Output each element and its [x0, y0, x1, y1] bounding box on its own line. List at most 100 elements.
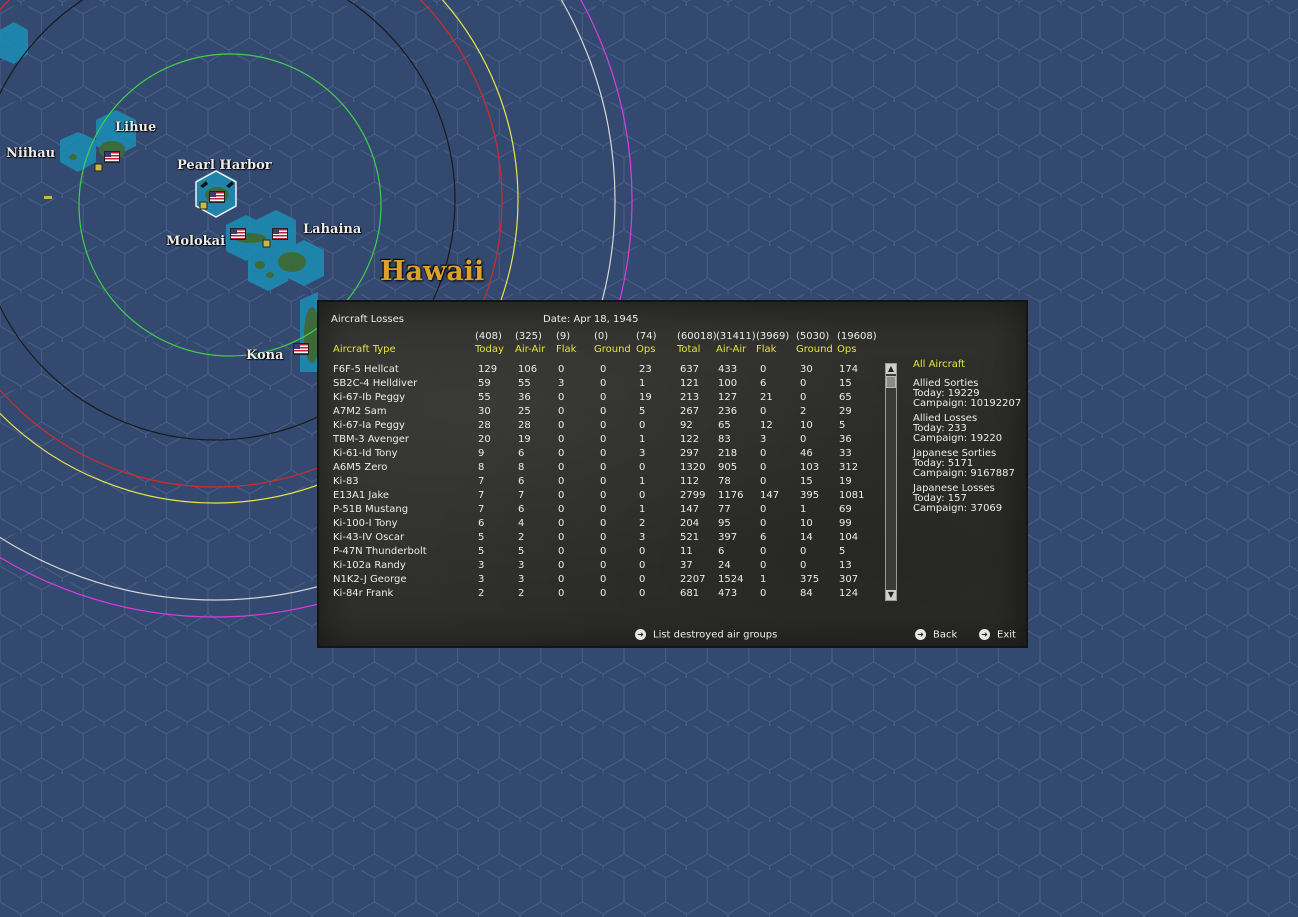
column-header[interactable]: Total [677, 344, 700, 356]
table-row[interactable]: A7M2 Sam 30 25 0 0 5 267 236 0 2 29 [319, 405, 879, 419]
column-header[interactable]: Flak [556, 344, 576, 356]
loss-value: 65 [839, 392, 852, 403]
us-flag-icon[interactable] [104, 151, 120, 163]
loss-value: 0 [600, 448, 607, 459]
loss-value: 2 [639, 518, 646, 529]
loss-value: 112 [680, 476, 700, 487]
loss-value: 13 [839, 560, 852, 571]
loss-value: 99 [839, 518, 852, 529]
loss-value: 0 [600, 364, 607, 375]
loss-value: 6 [518, 476, 525, 487]
scroll-up-arrow-icon[interactable]: ▲ [886, 364, 896, 374]
loss-value: 5 [478, 546, 485, 557]
column-header[interactable]: Ops [837, 344, 856, 356]
loss-value: 6 [760, 532, 767, 543]
loss-value: 37 [680, 560, 693, 571]
aircraft-type-header[interactable]: Aircraft Type [333, 344, 396, 356]
column-header[interactable]: Flak [756, 344, 776, 356]
column-header[interactable]: Ops [636, 344, 655, 356]
column-total: (19608) [837, 331, 877, 342]
loss-value: 28 [478, 420, 491, 431]
loss-value: 174 [839, 364, 859, 375]
scroll-down-arrow-icon[interactable]: ▼ [886, 590, 896, 600]
loss-value: 19 [518, 434, 531, 445]
table-row[interactable]: Ki-67-Ib Peggy 55 36 0 0 19 213 127 21 0 65 [319, 391, 879, 405]
table-row[interactable]: Ki-61-Id Tony 9 6 0 0 3 297 218 0 46 33 [319, 447, 879, 461]
aircraft-name: A7M2 Sam [333, 406, 387, 417]
loss-value: 236 [718, 406, 738, 417]
loss-value: 3 [639, 448, 646, 459]
table-row[interactable]: A6M5 Zero 8 8 0 0 0 1320 905 0 103 312 [319, 461, 879, 475]
us-flag-icon[interactable] [209, 191, 225, 203]
table-row[interactable]: SB2C-4 Helldiver 59 55 3 0 1 121 100 6 0 15 [319, 377, 879, 391]
loss-value: 204 [680, 518, 700, 529]
loss-value: 681 [680, 588, 700, 599]
loss-value: 0 [639, 462, 646, 473]
arrow-right-icon: ➜ [979, 629, 990, 640]
place-label-lahaina: Lahaina [303, 222, 362, 237]
table-row[interactable]: E13A1 Jake 7 7 0 0 0 2799 1176 147 395 1081 [319, 489, 879, 503]
loss-value: 0 [600, 518, 607, 529]
table-row[interactable]: P-51B Mustang 7 6 0 0 1 147 77 0 1 69 [319, 503, 879, 517]
loss-value: 2 [518, 532, 525, 543]
table-row[interactable]: Ki-100-I Tony 6 4 0 0 2 204 95 0 10 99 [319, 517, 879, 531]
loss-value: 8 [518, 462, 525, 473]
loss-value: 0 [558, 448, 565, 459]
exit-button[interactable]: ➜ Exit [979, 629, 1016, 641]
list-destroyed-air-groups-button[interactable]: ➜ List destroyed air groups [635, 629, 777, 641]
aircraft-filter-all[interactable]: All Aircraft [913, 359, 965, 371]
loss-value: 6 [478, 518, 485, 529]
loss-value: 11 [680, 546, 693, 557]
loss-value: 0 [639, 420, 646, 431]
loss-value: 4 [518, 518, 525, 529]
loss-value: 30 [800, 364, 813, 375]
loss-value: 0 [600, 532, 607, 543]
us-flag-icon[interactable] [230, 228, 246, 240]
aircraft-name: P-51B Mustang [333, 504, 409, 515]
loss-value: 5 [839, 546, 846, 557]
loss-value: 14 [800, 532, 813, 543]
table-row[interactable]: N1K2-J George 3 3 0 0 0 2207 1524 1 375 307 [319, 573, 879, 587]
back-button[interactable]: ➜ Back [915, 629, 957, 641]
table-row[interactable]: P-47N Thunderbolt 5 5 0 0 0 11 6 0 0 5 [319, 545, 879, 559]
column-header[interactable]: Air-Air [515, 344, 545, 356]
loss-value: 0 [639, 546, 646, 557]
scroll-thumb[interactable] [886, 376, 896, 388]
loss-value: 0 [760, 462, 767, 473]
loss-value: 28 [518, 420, 531, 431]
us-flag-icon[interactable] [293, 343, 309, 355]
loss-value: 267 [680, 406, 700, 417]
loss-value: 23 [639, 364, 652, 375]
column-header[interactable]: Air-Air [716, 344, 746, 356]
loss-value: 2207 [680, 574, 706, 585]
loss-value: 121 [680, 378, 700, 389]
column-total: (325) [515, 331, 542, 342]
loss-value: 307 [839, 574, 859, 585]
table-row[interactable]: Ki-84r Frank 2 2 0 0 0 681 473 0 84 124 [319, 587, 879, 601]
loss-value: 103 [800, 462, 820, 473]
column-header[interactable]: Today [475, 344, 504, 356]
table-row[interactable]: Ki-43-IV Oscar 5 2 0 0 3 521 397 6 14 104 [319, 531, 879, 545]
table-row[interactable]: TBM-3 Avenger 20 19 0 0 1 122 83 3 0 36 [319, 433, 879, 447]
column-total: (0) [594, 331, 609, 342]
table-row[interactable]: F6F-5 Hellcat 129 106 0 0 23 637 433 0 30 174 [319, 363, 879, 377]
loss-value: 0 [558, 434, 565, 445]
loss-value: 0 [600, 434, 607, 445]
loss-value: 55 [478, 392, 491, 403]
loss-value: 19 [839, 476, 852, 487]
us-flag-icon[interactable] [272, 228, 288, 240]
loss-value: 0 [760, 546, 767, 557]
loss-value: 46 [800, 448, 813, 459]
aircraft-name: Ki-83 [333, 476, 359, 487]
loss-value: 0 [760, 588, 767, 599]
loss-value: 10 [800, 420, 813, 431]
loss-value: 1 [639, 434, 646, 445]
loss-value: 0 [639, 588, 646, 599]
column-header[interactable]: Ground [796, 344, 833, 356]
column-header[interactable]: Ground [594, 344, 631, 356]
table-row[interactable]: Ki-67-Ia Peggy 28 28 0 0 0 92 65 12 10 5 [319, 419, 879, 433]
table-row[interactable]: Ki-83 7 6 0 0 1 112 78 0 15 19 [319, 475, 879, 489]
table-scrollbar[interactable]: ▲ ▼ [885, 363, 897, 601]
loss-value: 2 [800, 406, 807, 417]
table-row[interactable]: Ki-102a Randy 3 3 0 0 0 37 24 0 0 13 [319, 559, 879, 573]
